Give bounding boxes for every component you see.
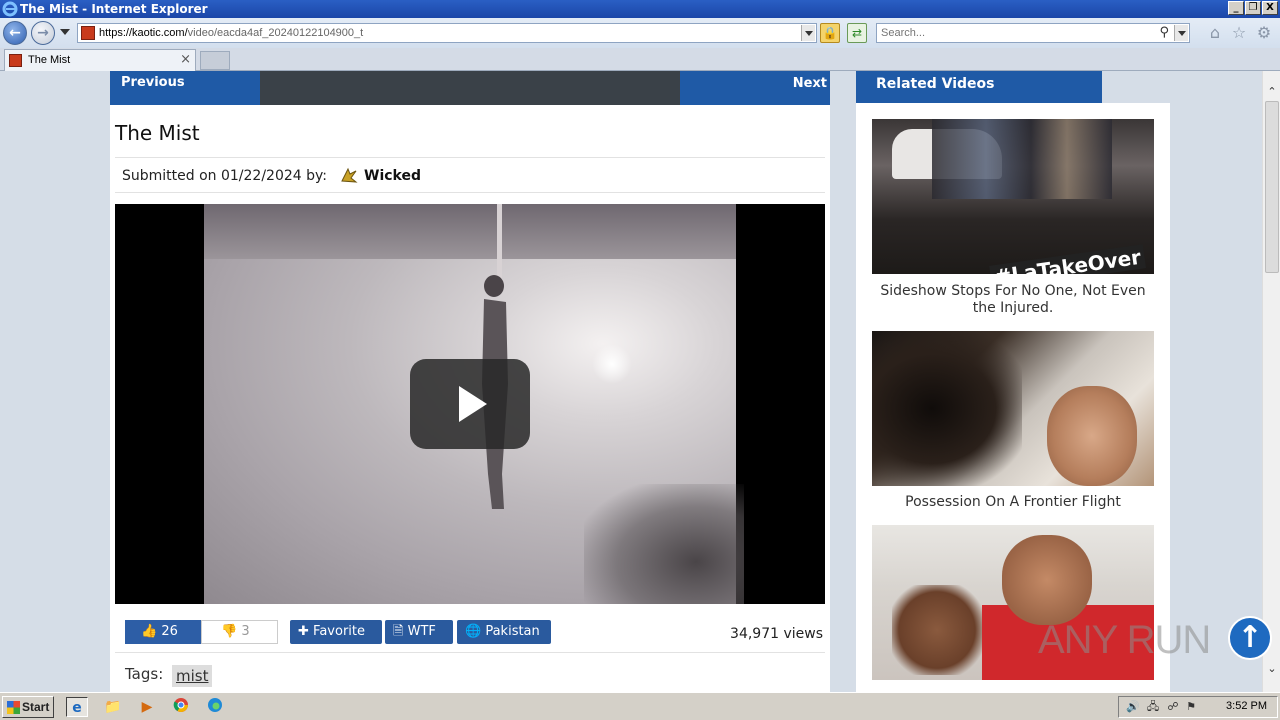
submitted-date: Submitted on 01/22/2024 by: bbox=[122, 168, 328, 184]
web-page: Previous Next The Mist Submitted on 01/2… bbox=[0, 71, 1262, 692]
home-icon[interactable]: ⌂ bbox=[1206, 24, 1224, 42]
connection-icon[interactable]: ☍ bbox=[1165, 699, 1181, 715]
thumbs-down-icon: 👎 bbox=[221, 624, 238, 639]
taskbar-internet-explorer-icon[interactable]: e bbox=[66, 697, 88, 717]
site-favicon-icon bbox=[81, 26, 95, 40]
like-button[interactable]: 👍 26 bbox=[125, 620, 202, 644]
thumbnail-overlay-text: #LaTakeOver bbox=[988, 244, 1146, 274]
scroll-to-top-icon[interactable] bbox=[1228, 616, 1272, 660]
start-button[interactable]: Start bbox=[2, 696, 54, 718]
country-label: Pakistan bbox=[485, 624, 540, 639]
submission-info: Submitted on 01/22/2024 by: Wicked bbox=[115, 157, 825, 193]
system-tray: 🔊 🖧 ☍ ⚑ 3:52 PM bbox=[1118, 696, 1278, 718]
related-video-title[interactable]: Sideshow Stops For No One, Not Even the … bbox=[872, 283, 1154, 317]
tab-favicon-icon bbox=[9, 54, 22, 67]
search-dropdown-icon[interactable] bbox=[1174, 25, 1188, 41]
search-input[interactable] bbox=[881, 26, 1151, 40]
network-icon[interactable]: 🖧 bbox=[1145, 699, 1161, 715]
tags-label: Tags: bbox=[125, 665, 164, 683]
like-count: 26 bbox=[161, 624, 178, 639]
related-video-thumbnail[interactable]: #LaTakeOver bbox=[872, 119, 1154, 274]
tag-link[interactable]: mist bbox=[172, 665, 213, 687]
anyrun-watermark: ANY RUN bbox=[1038, 612, 1276, 668]
scroll-up-icon[interactable]: ⌃ bbox=[1265, 85, 1279, 99]
maximize-button[interactable]: ❐ bbox=[1245, 1, 1261, 15]
taskbar-chrome-icon[interactable] bbox=[170, 697, 192, 717]
address-dropdown-icon[interactable] bbox=[801, 25, 815, 41]
volume-icon[interactable]: 🔊 bbox=[1125, 699, 1141, 715]
video-light-glow bbox=[592, 344, 632, 384]
video-actions: 👍 26 👎 3 ✚ Favorite 🗎 WTF 🌐 Pakistan 34,… bbox=[110, 616, 830, 654]
tab-label: The Mist bbox=[28, 54, 71, 66]
thumbnail-face bbox=[1047, 386, 1137, 486]
related-videos-sidebar: Related Videos #LaTakeOver Sideshow Stop… bbox=[856, 71, 1170, 692]
main-content: Previous Next The Mist Submitted on 01/2… bbox=[110, 71, 830, 692]
window-title: The Mist - Internet Explorer bbox=[20, 2, 208, 16]
favorites-star-icon[interactable]: ☆ bbox=[1230, 24, 1248, 42]
minimize-button[interactable]: _ bbox=[1228, 1, 1244, 15]
video-rope bbox=[497, 204, 502, 279]
play-button[interactable] bbox=[410, 359, 530, 449]
search-box[interactable]: ⚲ bbox=[876, 23, 1190, 43]
settings-gear-icon[interactable]: ⚙ bbox=[1255, 24, 1273, 42]
dislike-button[interactable]: 👎 3 bbox=[201, 620, 278, 644]
action-center-flag-icon[interactable]: ⚑ bbox=[1183, 699, 1199, 715]
next-label: Next bbox=[792, 76, 827, 91]
next-button[interactable]: Next bbox=[680, 71, 830, 105]
favorite-label: Favorite bbox=[313, 624, 365, 639]
related-video-thumbnail[interactable] bbox=[872, 331, 1154, 486]
taskbar-file-explorer-icon[interactable]: 📁 bbox=[102, 697, 124, 717]
wtf-label: WTF bbox=[407, 624, 436, 639]
video-foliage bbox=[584, 484, 744, 604]
forward-button[interactable]: → bbox=[31, 21, 55, 45]
favorite-button[interactable]: ✚ Favorite bbox=[290, 620, 382, 644]
user-rank-badge-icon bbox=[341, 167, 358, 183]
thumbnail-hand bbox=[892, 585, 982, 675]
new-tab-button[interactable] bbox=[200, 51, 230, 70]
country-button[interactable]: 🌐 Pakistan bbox=[457, 620, 551, 644]
search-icon[interactable]: ⚲ bbox=[1159, 25, 1169, 40]
dislike-count: 3 bbox=[241, 624, 250, 639]
video-title: The Mist bbox=[115, 121, 200, 145]
plus-icon: ✚ bbox=[298, 624, 309, 639]
address-bar[interactable]: https://kaotic.com/video/eacda4af_202401… bbox=[77, 23, 817, 43]
video-player[interactable] bbox=[115, 204, 825, 604]
thumbnail-hair bbox=[872, 331, 1022, 486]
thumbnail-crowd bbox=[932, 119, 1112, 199]
watermark-text: ANY RUN bbox=[1038, 618, 1211, 662]
address-url[interactable]: https://kaotic.com/video/eacda4af_202401… bbox=[99, 27, 363, 39]
tab-row: The Mist × bbox=[0, 48, 1280, 71]
document-icon: 🗎 bbox=[393, 624, 404, 639]
tab-close-icon[interactable]: × bbox=[180, 52, 191, 67]
clock[interactable]: 3:52 PM bbox=[1226, 700, 1267, 712]
window-title-bar: The Mist - Internet Explorer _ ❐ X bbox=[0, 0, 1280, 18]
windows-logo-icon bbox=[7, 701, 20, 714]
scroll-thumb[interactable] bbox=[1265, 101, 1279, 273]
heading-spacer bbox=[1102, 71, 1170, 103]
taskbar-edge-icon[interactable] bbox=[204, 697, 226, 717]
compatibility-refresh-icon[interactable]: ⇄ bbox=[847, 23, 867, 43]
close-button[interactable]: X bbox=[1262, 1, 1278, 15]
vertical-scrollbar[interactable]: ⌃ ⌄ bbox=[1262, 71, 1280, 692]
submitter-username[interactable]: Wicked bbox=[364, 168, 421, 184]
related-video-title[interactable]: Possession On A Frontier Flight bbox=[872, 494, 1154, 511]
wtf-button[interactable]: 🗎 WTF bbox=[385, 620, 453, 644]
taskbar-media-player-icon[interactable]: ▶ bbox=[136, 697, 158, 717]
globe-icon: 🌐 bbox=[465, 624, 482, 639]
history-dropdown-icon[interactable] bbox=[60, 29, 70, 35]
thumbs-up-icon: 👍 bbox=[141, 624, 158, 639]
back-button[interactable]: ← bbox=[3, 21, 27, 45]
prev-next-bar: Previous Next bbox=[110, 71, 830, 105]
windows-taskbar: Start e 📁 ▶ 🔊 🖧 ☍ ⚑ 3:52 PM bbox=[0, 692, 1280, 720]
internet-explorer-icon bbox=[2, 1, 18, 17]
security-lock-icon[interactable]: 🔒 bbox=[820, 23, 840, 43]
navigation-bar: ← → https://kaotic.com/video/eacda4af_20… bbox=[0, 18, 1280, 48]
video-sky bbox=[204, 204, 736, 259]
divider bbox=[115, 652, 825, 653]
related-videos-heading: Related Videos bbox=[856, 71, 1102, 103]
previous-button[interactable]: Previous bbox=[110, 71, 260, 105]
start-label: Start bbox=[22, 700, 50, 714]
view-count: 34,971 views bbox=[730, 626, 823, 642]
tab-the-mist[interactable]: The Mist × bbox=[4, 49, 196, 71]
